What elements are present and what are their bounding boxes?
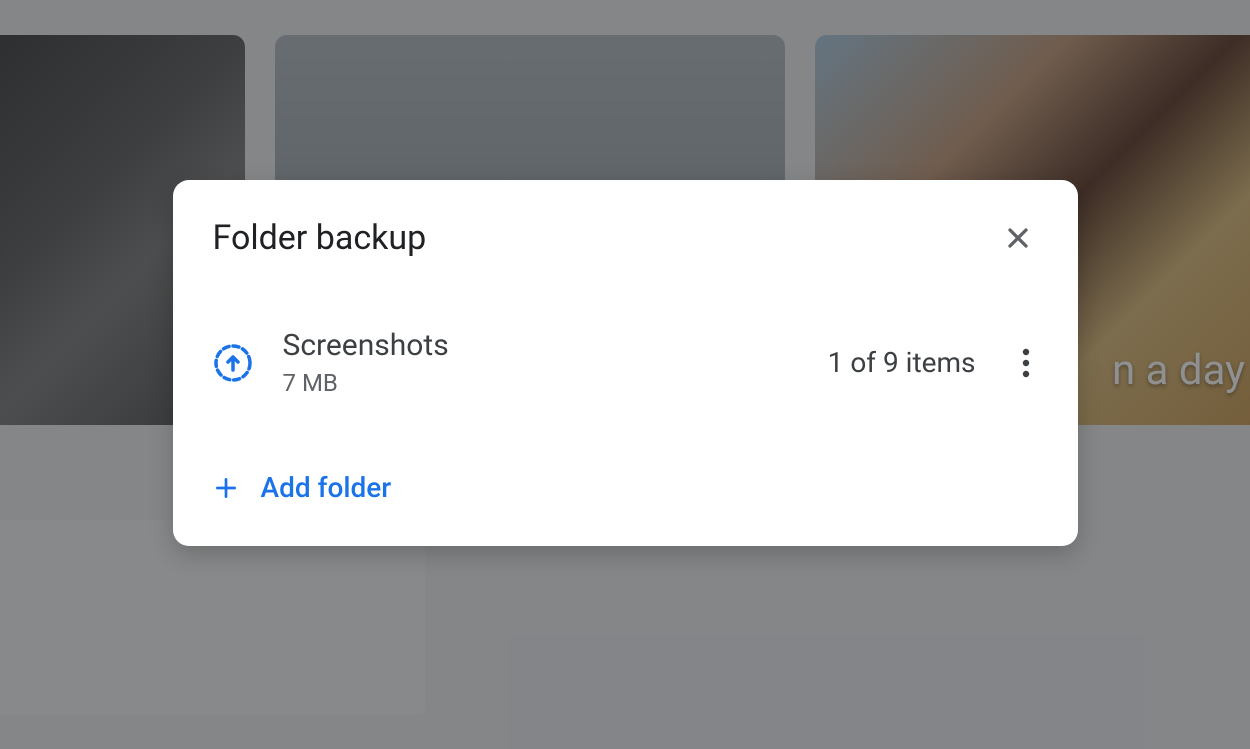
dialog-header: Folder backup bbox=[213, 218, 1038, 258]
dialog-title: Folder backup bbox=[213, 218, 427, 258]
folder-name: Screenshots bbox=[283, 328, 828, 363]
plus-icon bbox=[213, 475, 239, 501]
folder-upload-status: 1 of 9 items bbox=[828, 346, 976, 379]
more-vertical-icon bbox=[1022, 347, 1030, 379]
folder-size: 7 MB bbox=[283, 369, 828, 397]
close-button[interactable] bbox=[998, 218, 1038, 258]
add-folder-button[interactable]: Add folder bbox=[213, 467, 392, 508]
folder-info: Screenshots 7 MB bbox=[283, 328, 828, 397]
close-icon bbox=[1002, 222, 1034, 254]
more-options-button[interactable] bbox=[1014, 339, 1038, 387]
folder-row: Screenshots 7 MB 1 of 9 items bbox=[213, 328, 1038, 397]
folder-backup-dialog: Folder backup Screenshots 7 MB 1 of 9 it… bbox=[173, 180, 1078, 546]
modal-overlay[interactable]: Folder backup Screenshots 7 MB 1 of 9 it… bbox=[0, 0, 1250, 749]
upload-progress-icon bbox=[213, 343, 253, 383]
add-folder-label: Add folder bbox=[261, 471, 392, 504]
